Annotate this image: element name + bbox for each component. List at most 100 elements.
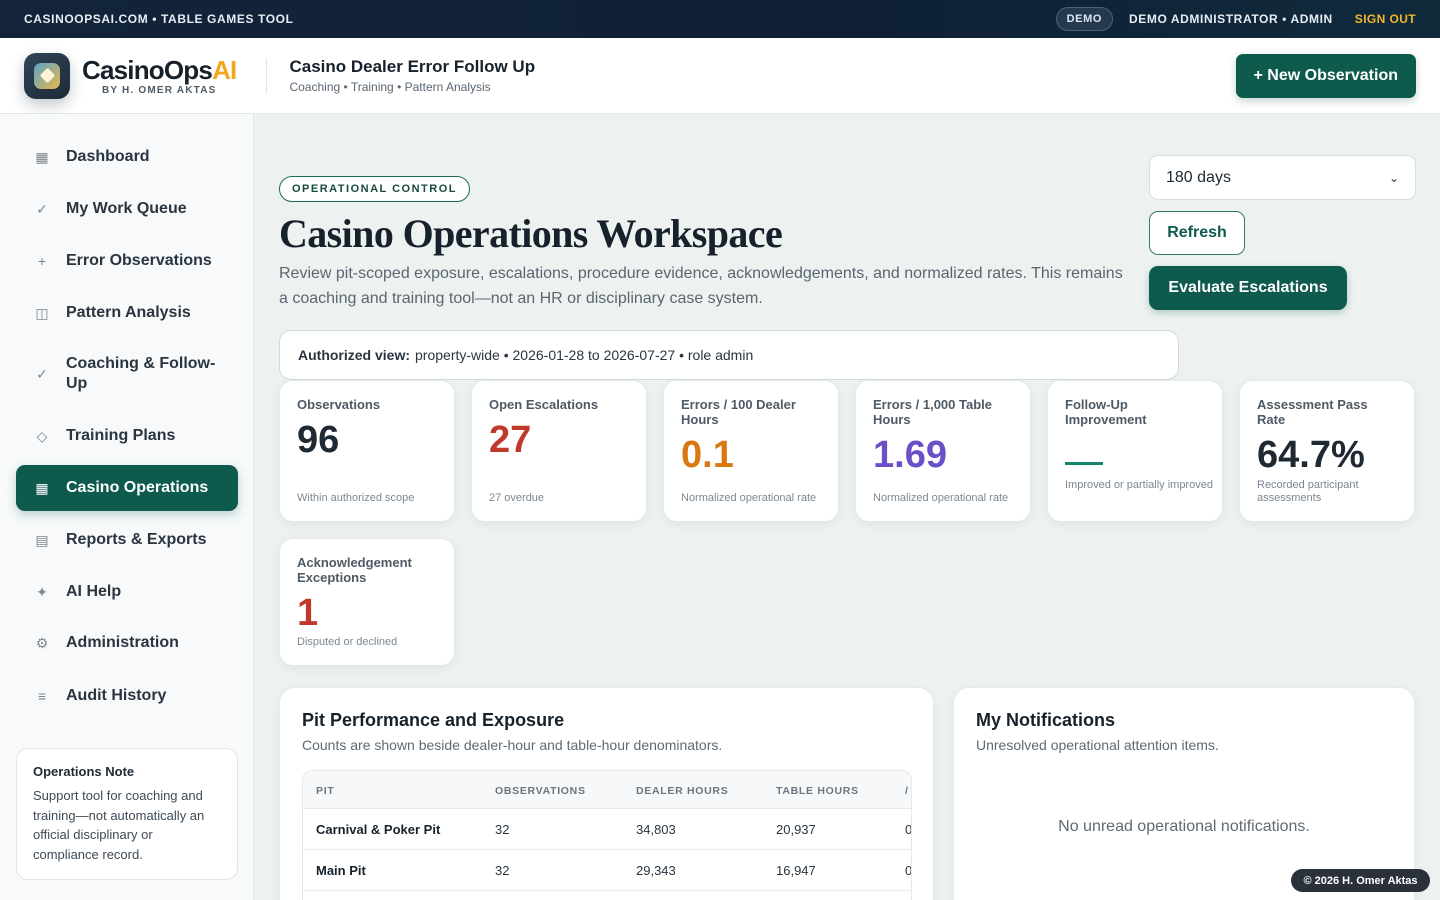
authorized-view-text: property-wide • 2026-01-28 to 2026-07-27… [415, 347, 754, 363]
top-bar-right: DEMO DEMO ADMINISTRATOR • ADMIN SIGN OUT [1055, 7, 1416, 31]
operations-note-title: Operations Note [33, 764, 135, 779]
logo-gem [34, 62, 60, 89]
sidebar-item-label: Reports & Exports [66, 531, 207, 548]
refresh-button[interactable]: Refresh [1149, 211, 1245, 255]
cell-pit: Main Pit [316, 863, 366, 878]
kpi-value-empty: — [1065, 462, 1103, 465]
sidebar-item-label: Administration [66, 634, 179, 651]
kpi-subtext: Normalized operational rate [681, 492, 817, 504]
app-header: CasinoOpsAI BY H. OMER AKTAS Casino Deal… [0, 38, 1440, 114]
header-divider [266, 57, 268, 94]
cell-rate: 0 [905, 863, 912, 878]
notifications-empty-state: No unread operational notifications. [1058, 818, 1310, 835]
sidebar-item-casino-operations[interactable]: ▦ Casino Operations [16, 465, 238, 511]
sidebar-item-label: Coaching & Follow-Up [66, 355, 216, 392]
kpi-subtext: 27 overdue [489, 492, 545, 504]
kpi-value: 64.7% [1257, 434, 1365, 476]
kpi-subtext: Improved or partially improved [1065, 479, 1213, 491]
demo-badge: DEMO [1055, 7, 1113, 31]
cell-table-hours: 20,937 [776, 822, 816, 837]
evaluate-escalations-button[interactable]: Evaluate Escalations [1149, 266, 1347, 310]
brand: CasinoOpsAI BY H. OMER AKTAS [82, 54, 237, 96]
kpi-subtext: Recorded participant assessments [1257, 479, 1359, 504]
kpi-value: 1.69 [873, 434, 947, 476]
cell-rate: 0 [905, 822, 912, 837]
sidebar-item-label: Casino Operations [66, 479, 209, 496]
diamond-icon: ◇ [36, 427, 48, 444]
new-observation-button[interactable]: + New Observation [1235, 53, 1416, 98]
sidebar: ▦ Dashboard ✓ My Work Queue + Error Obse… [0, 114, 254, 900]
column-header-dealer-hours[interactable]: DEALER HOURS [636, 785, 728, 797]
top-bar: CASINOOPSAI.COM • TABLE GAMES TOOL DEMO … [0, 0, 1440, 38]
app-title: Casino Dealer Error Follow Up [289, 57, 536, 76]
kpi-value: 27 [489, 419, 532, 461]
sidebar-item-my-work-queue[interactable]: ✓ My Work Queue [16, 188, 238, 230]
sidebar-item-audit-history[interactable]: ≡ Audit History [16, 675, 238, 717]
sign-out-link[interactable]: SIGN OUT [1355, 12, 1416, 26]
kpi-card-errors-table-hours: Errors / 1,000 Table Hours 1.69 Normaliz… [855, 380, 1031, 522]
sidebar-item-administration[interactable]: ⚙ Administration [16, 622, 238, 664]
column-header-table-hours[interactable]: TABLE HOURS [776, 785, 859, 797]
logo-diamond [39, 67, 55, 84]
eyebrow-pill: OPERATIONAL CONTROL [279, 176, 470, 202]
kpi-subtext: Normalized operational rate [873, 492, 1009, 504]
columns-icon: ◫ [35, 304, 49, 321]
sidebar-item-label: Audit History [66, 687, 167, 704]
panel-subtitle: Counts are shown beside dealer-hour and … [302, 737, 723, 753]
authorized-view-label: Authorized view: [298, 347, 411, 363]
brand-byline: BY H. OMER AKTAS [101, 84, 217, 96]
operations-note-body: Support tool for coaching and training—n… [33, 788, 205, 862]
column-header-pit[interactable]: PIT [316, 785, 334, 797]
kpi-label: Errors / 100 Dealer Hours [681, 397, 796, 427]
kpi-label: Open Escalations [489, 397, 599, 412]
sidebar-item-reports-exports[interactable]: ▤ Reports & Exports [16, 519, 238, 561]
sidebar-item-dashboard[interactable]: ▦ Dashboard [16, 136, 238, 178]
current-user: DEMO ADMINISTRATOR • ADMIN [1129, 12, 1333, 26]
sidebar-item-ai-help[interactable]: ✦ AI Help [16, 571, 238, 613]
cell-table-hours: 16,947 [776, 863, 816, 878]
site-brand-line: CASINOOPSAI.COM • TABLE GAMES TOOL [24, 12, 294, 26]
sidebar-item-label: Training Plans [66, 427, 176, 444]
cell-observations: 32 [495, 863, 510, 878]
kpi-label: Assessment Pass Rate [1257, 397, 1368, 427]
sparkle-icon: ✦ [36, 583, 48, 600]
check-icon: ✓ [36, 200, 48, 217]
report-icon: ▤ [35, 531, 49, 548]
kpi-card-follow-up-improvement: Follow-Up Improvement — Improved or part… [1047, 380, 1223, 522]
cell-pit: Carnival & Poker Pit [316, 822, 441, 837]
cell-dealer-hours: 29,343 [636, 863, 676, 878]
panel-title: Pit Performance and Exposure [302, 710, 565, 730]
app-title-block: Casino Dealer Error Follow Up Coaching •… [289, 57, 535, 94]
kpi-label: Observations [297, 397, 381, 412]
sidebar-item-label: Pattern Analysis [66, 304, 191, 321]
pit-performance-panel: Pit Performance and Exposure Counts are … [279, 687, 934, 900]
kpi-value: 1 [297, 592, 319, 634]
sidebar-item-label: My Work Queue [66, 200, 187, 217]
kpi-card-observations: Observations 96 Within authorized scope [279, 380, 455, 522]
panel-subtitle: Unresolved operational attention items. [976, 737, 1219, 753]
app-logo-icon[interactable] [24, 52, 70, 99]
kpi-card-assessment-pass-rate: Assessment Pass Rate 64.7% Recorded part… [1239, 380, 1415, 522]
table-row[interactable]: Carnival & Poker Pit 32 34,803 20,937 0 [303, 809, 911, 850]
kpi-label: Acknowledgement Exceptions [297, 555, 412, 585]
kpi-value: 96 [297, 419, 340, 461]
sidebar-item-error-observations[interactable]: + Error Observations [16, 240, 238, 282]
sidebar-item-label: AI Help [66, 583, 122, 600]
cell-observations: 32 [495, 822, 510, 837]
grid-icon: ▦ [35, 148, 49, 165]
sidebar-item-pattern-analysis[interactable]: ◫ Pattern Analysis [16, 292, 238, 334]
kpi-subtext: Within authorized scope [297, 492, 415, 504]
period-select[interactable]: 180 days ⌄ [1149, 155, 1416, 200]
pit-table: PIT OBSERVATIONS DEALER HOURS TABLE HOUR… [302, 770, 912, 900]
column-header-rate[interactable]: / [905, 785, 909, 797]
cell-dealer-hours: 34,803 [636, 822, 676, 837]
brand-name-main: CasinoOps [82, 54, 213, 85]
table-row[interactable]: Main Pit 32 29,343 16,947 0 [303, 850, 911, 891]
list-icon: ≡ [37, 688, 47, 704]
kpi-value: 0.1 [681, 434, 734, 476]
sidebar-item-training-plans[interactable]: ◇ Training Plans [16, 415, 238, 457]
building-icon: ▦ [35, 479, 49, 496]
column-header-observations[interactable]: OBSERVATIONS [495, 785, 586, 797]
brand-name: CasinoOpsAI [82, 54, 237, 85]
sidebar-item-coaching-follow-up[interactable]: ✓ Coaching & Follow-Up [16, 346, 238, 402]
